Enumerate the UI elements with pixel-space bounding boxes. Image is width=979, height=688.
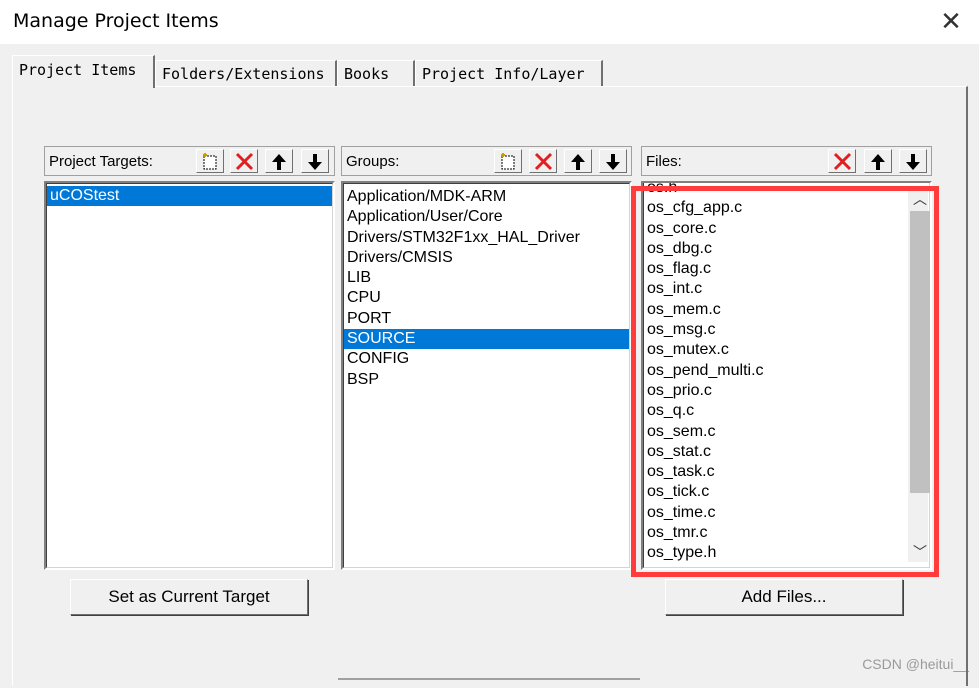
group-item[interactable]: Drivers/CMSIS xyxy=(344,248,629,268)
files-list[interactable]: os.h os_cfg_app.c os_core.c os_dbg.c os_flag… xyxy=(641,181,932,570)
tab-folders-extensions[interactable]: Folders/Extensions xyxy=(155,60,337,86)
move-up-target-button[interactable] xyxy=(265,149,293,173)
close-icon: ✕ xyxy=(940,7,962,37)
tab-label: Books xyxy=(344,65,390,83)
group-item[interactable]: BSP xyxy=(344,370,629,390)
delete-icon xyxy=(534,152,553,171)
group-item[interactable]: Drivers/STM32F1xx_HAL_Driver xyxy=(344,228,629,248)
tab-project-info-layer[interactable]: Project Info/Layer xyxy=(415,60,603,86)
file-item[interactable]: os_type.h xyxy=(644,543,929,563)
title-bar: Manage Project Items ✕ xyxy=(0,0,979,44)
file-item[interactable]: os_prio.c xyxy=(644,381,929,401)
add-files-button[interactable]: Add Files... xyxy=(665,579,903,615)
move-up-group-button[interactable] xyxy=(564,149,592,173)
file-item[interactable]: os_sem.c xyxy=(644,422,929,442)
new-group-button[interactable] xyxy=(494,149,522,173)
groups-label: Groups: xyxy=(346,153,400,170)
group-item[interactable]: CPU xyxy=(344,288,629,308)
file-item[interactable]: os_mutex.c xyxy=(644,340,929,360)
file-item[interactable]: os_task.c xyxy=(644,462,929,482)
group-item[interactable]: Application/MDK-ARM xyxy=(344,187,629,207)
groups-header: Groups: xyxy=(341,146,632,176)
tab-label: Folders/Extensions xyxy=(162,65,325,83)
delete-file-button[interactable] xyxy=(828,149,856,173)
targets-label: Project Targets: xyxy=(49,153,153,170)
targets-list[interactable]: uCOStest xyxy=(44,181,335,570)
set-current-target-button[interactable]: Set as Current Target xyxy=(70,579,308,615)
file-item[interactable]: os_msg.c xyxy=(644,320,929,340)
delete-target-button[interactable] xyxy=(230,149,258,173)
delete-group-button[interactable] xyxy=(529,149,557,173)
move-down-file-button[interactable] xyxy=(899,149,927,173)
tab-label: Project Items xyxy=(19,61,137,79)
arrow-down-icon xyxy=(606,154,620,170)
new-item-icon xyxy=(501,153,515,170)
tab-label: Project Info/Layer xyxy=(422,65,585,83)
arrow-up-icon xyxy=(571,154,585,170)
file-item[interactable]: os_flag.c xyxy=(644,259,929,279)
new-item-icon xyxy=(203,153,217,170)
files-label: Files: xyxy=(646,153,682,170)
files-header: Files: xyxy=(641,146,932,176)
arrow-down-icon xyxy=(906,154,920,170)
file-item[interactable]: os.h xyxy=(644,183,929,198)
close-button[interactable]: ✕ xyxy=(932,4,970,40)
files-scrollbar[interactable]: ︿ ﹀ xyxy=(908,189,930,562)
arrow-up-icon xyxy=(272,154,286,170)
file-item[interactable]: os_time.c xyxy=(644,503,929,523)
file-item[interactable]: os_stat.c xyxy=(644,442,929,462)
file-item[interactable]: os_int.c xyxy=(644,279,929,299)
scroll-down-icon[interactable]: ﹀ xyxy=(908,542,930,562)
arrow-up-icon xyxy=(871,154,885,170)
delete-icon xyxy=(833,152,852,171)
tab-books[interactable]: Books xyxy=(337,60,415,86)
move-down-group-button[interactable] xyxy=(599,149,627,173)
tab-project-items[interactable]: Project Items xyxy=(12,55,155,88)
target-item[interactable]: uCOStest xyxy=(47,186,332,207)
new-target-button[interactable] xyxy=(196,149,224,173)
scrollbar-thumb[interactable] xyxy=(910,211,930,493)
move-down-target-button[interactable] xyxy=(301,149,329,173)
file-item[interactable]: os_mem.c xyxy=(644,300,929,320)
file-item[interactable]: os_tmr.c xyxy=(644,523,929,543)
group-item[interactable]: CONFIG xyxy=(344,349,629,369)
group-item[interactable]: Application/User/Core xyxy=(344,207,629,227)
file-item[interactable]: os_q.c xyxy=(644,401,929,421)
arrow-down-icon xyxy=(308,154,322,170)
file-item[interactable]: os_cfg_app.c xyxy=(644,198,929,218)
group-item[interactable]: LIB xyxy=(344,268,629,288)
scroll-up-icon[interactable]: ︿ xyxy=(908,189,930,209)
file-item[interactable]: os_pend_multi.c xyxy=(644,361,929,381)
group-item[interactable]: PORT xyxy=(344,309,629,329)
targets-header: Project Targets: xyxy=(44,146,335,176)
file-item[interactable]: os_tick.c xyxy=(644,482,929,502)
file-item[interactable]: os_dbg.c xyxy=(644,239,929,259)
move-up-file-button[interactable] xyxy=(864,149,892,173)
window-title: Manage Project Items xyxy=(13,10,219,32)
group-item[interactable]: SOURCE xyxy=(344,329,629,350)
groups-list[interactable]: Application/MDK-ARM Application/User/Core… xyxy=(341,181,632,570)
delete-icon xyxy=(235,152,254,171)
file-item[interactable]: os_core.c xyxy=(644,219,929,239)
